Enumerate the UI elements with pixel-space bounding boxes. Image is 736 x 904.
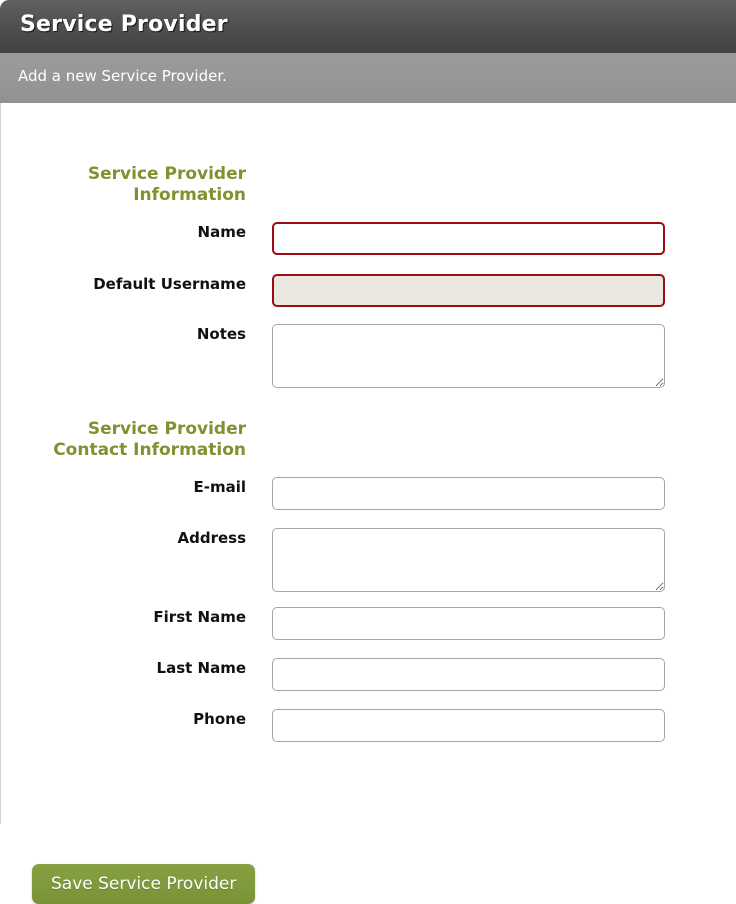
section-heading-line2: Information <box>133 185 246 205</box>
content-panel: Service Provider Information Name Defaul… <box>0 103 736 904</box>
section-heading-contact-information: Service Provider Contact Information <box>1 419 259 461</box>
page-title: Service Provider <box>20 12 228 37</box>
name-input[interactable] <box>272 222 665 255</box>
email-input[interactable] <box>272 477 665 510</box>
service-provider-page: Service Provider Add a new Service Provi… <box>0 0 736 904</box>
last-name-input[interactable] <box>272 658 665 691</box>
first-name-input[interactable] <box>272 607 665 640</box>
page-title-bar: Service Provider <box>0 0 736 53</box>
contact-heading-line1: Service Provider <box>87 419 246 439</box>
section-heading-provider-information: Service Provider Information <box>1 164 259 206</box>
address-textarea[interactable] <box>272 528 665 592</box>
save-service-provider-button[interactable]: Save Service Provider <box>32 864 256 904</box>
label-notes: Notes <box>196 325 246 343</box>
phone-input[interactable] <box>272 709 665 742</box>
default-username-input[interactable] <box>272 274 665 307</box>
label-name: Name <box>197 223 246 241</box>
page-subtitle-bar: Add a new Service Provider. <box>0 53 736 103</box>
section-heading-line1: Service Provider <box>87 164 246 184</box>
label-phone: Phone <box>193 710 246 728</box>
page-subtitle: Add a new Service Provider. <box>18 67 227 85</box>
label-email: E-mail <box>193 478 246 496</box>
label-first-name: First Name <box>153 608 246 626</box>
label-address: Address <box>177 529 246 547</box>
contact-heading-line2: Contact Information <box>53 440 246 460</box>
label-last-name: Last Name <box>156 659 246 677</box>
label-default-username: Default Username <box>93 275 246 293</box>
notes-textarea[interactable] <box>272 324 665 388</box>
